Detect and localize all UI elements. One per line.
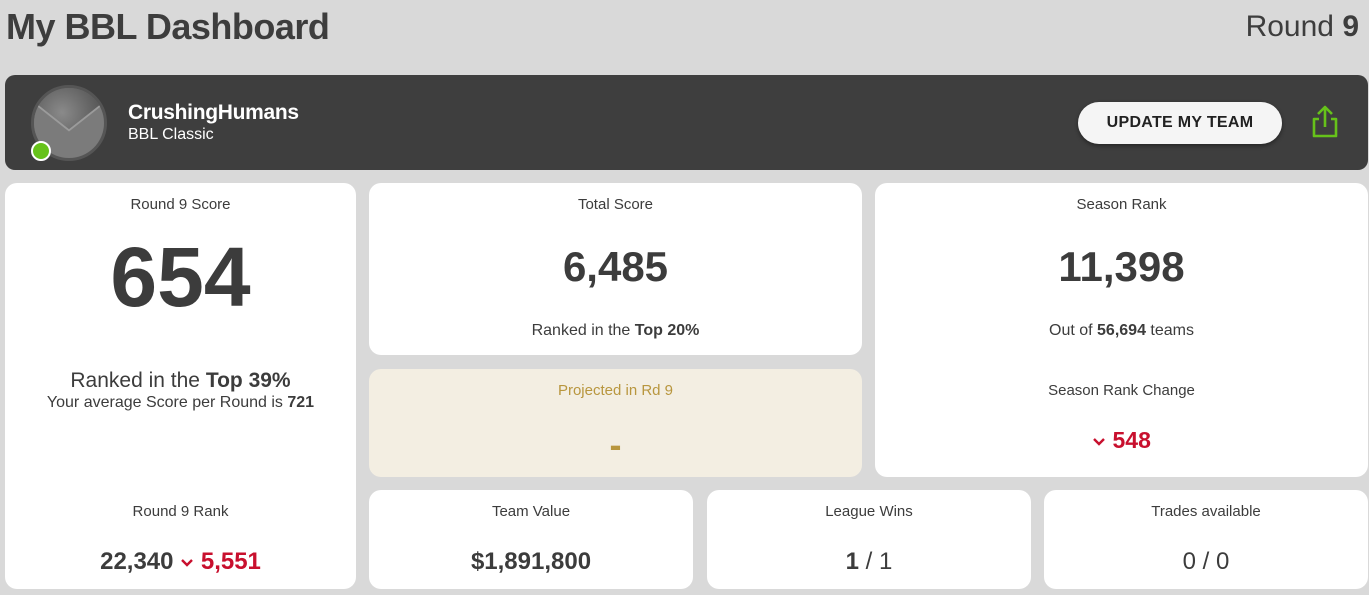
- league-wins-row: 1 / 1: [707, 548, 1031, 576]
- average-prefix: Your average Score per Round is: [46, 394, 288, 411]
- out-of-prefix: Out of: [1049, 322, 1098, 339]
- round-rank-change: 5,551: [200, 548, 261, 575]
- page-title: My BBL Dashboard: [6, 6, 330, 47]
- round-score-card: Round 9 Score 654 Ranked in the Top 39% …: [5, 183, 356, 589]
- projected-value: -: [609, 424, 622, 465]
- round-indicator: Round 9: [1246, 10, 1359, 44]
- round-rank-label: Round 9 Rank: [132, 503, 229, 520]
- chevron-down-icon: [1093, 438, 1105, 446]
- round-score-label: Round 9 Score: [130, 196, 231, 213]
- total-score-value: 6,485: [562, 243, 669, 290]
- chevron-down-icon: [181, 558, 194, 567]
- league-wins-separator: /: [858, 548, 879, 575]
- season-rank-change-row: 548: [875, 427, 1368, 454]
- total-score-card: Total Score 6,485 Ranked in the Top 20%: [369, 183, 862, 355]
- ranked-prefix: Ranked in the: [70, 369, 206, 392]
- total-ranked-prefix: Ranked in the: [531, 322, 635, 339]
- team-competition: BBL Classic: [128, 126, 214, 143]
- online-status-dot: [31, 141, 51, 161]
- league-wins-total: 1: [879, 548, 893, 575]
- season-rank-change-label: Season Rank Change: [1048, 382, 1195, 399]
- season-rank-card: Season Rank 11,398 Out of 56,694 teams S…: [875, 183, 1368, 477]
- league-wins-card: League Wins 1 / 1: [707, 490, 1031, 589]
- season-rank-label: Season Rank: [1076, 196, 1167, 213]
- team-bar: CrushingHumans BBL Classic UPDATE MY TEA…: [5, 75, 1368, 170]
- out-of-suffix: teams: [1145, 322, 1194, 339]
- average-value: 721: [287, 394, 315, 411]
- team-value-card: Team Value $1,891,800: [369, 490, 693, 589]
- update-my-team-button[interactable]: UPDATE MY TEAM: [1078, 102, 1282, 144]
- season-rank-out-of: Out of 56,694 teams: [875, 322, 1368, 340]
- share-icon[interactable]: [1310, 105, 1340, 139]
- average-score-text: Your average Score per Round is 721: [5, 394, 356, 412]
- round-rank-value: 22,340: [100, 548, 174, 575]
- total-score-ranked: Ranked in the Top 20%: [369, 322, 862, 340]
- trades-card: Trades available 0 / 0: [1044, 490, 1368, 589]
- team-value-label: Team Value: [491, 503, 571, 520]
- team-value-value: $1,891,800: [470, 548, 592, 575]
- round-score-value: 654: [110, 230, 251, 324]
- season-rank-change-value: 548: [1112, 427, 1151, 453]
- out-of-value: 56,694: [1097, 322, 1146, 339]
- round-number: 9: [1342, 10, 1359, 43]
- total-score-label: Total Score: [577, 196, 654, 213]
- total-ranked-value: Top 20%: [634, 322, 700, 339]
- trades-label: Trades available: [1151, 503, 1261, 520]
- trades-value: 0 / 0: [1182, 548, 1230, 575]
- round-prefix: Round: [1245, 10, 1334, 43]
- league-wins-label: League Wins: [825, 503, 913, 520]
- league-wins-value: 1: [845, 548, 859, 575]
- round-rank-value-row: 22,340 5,551: [5, 548, 356, 576]
- round-score-ranked: Ranked in the Top 39%: [5, 369, 356, 393]
- season-rank-value: 11,398: [1058, 243, 1185, 290]
- team-name[interactable]: CrushingHumans: [128, 101, 299, 125]
- ranked-value: Top 39%: [205, 369, 291, 392]
- projected-card: Projected in Rd 9 -: [369, 369, 862, 477]
- projected-label: Projected in Rd 9: [557, 382, 674, 399]
